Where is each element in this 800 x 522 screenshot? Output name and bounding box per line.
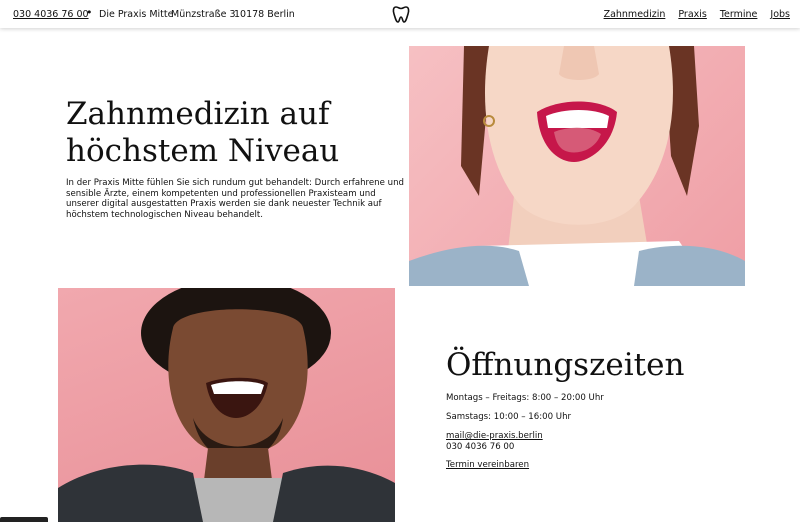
laughing-man-photo [58, 288, 395, 522]
hours-weekdays: Montags – Freitags: 8:00 – 20:00 Uhr [446, 393, 604, 403]
hero-description: In der Praxis Mitte fühlen Sie sich rund… [66, 178, 404, 220]
hours-title: Öffnungszeiten [446, 347, 685, 383]
header-separator: • [86, 6, 93, 19]
top-header: 030 4036 76 00 • Die Praxis Mitte Münzst… [0, 0, 800, 28]
hero-title-line1: Zahnmedizin auf [66, 96, 330, 132]
nav-jobs[interactable]: Jobs [770, 9, 790, 20]
appointment-link[interactable]: Termin vereinbaren [446, 460, 529, 470]
header-practice-name: Die Praxis Mitte [99, 9, 174, 20]
email-link[interactable]: mail@die-praxis.berlin [446, 431, 543, 441]
nav-praxis[interactable]: Praxis [678, 9, 707, 20]
hero-title-line2: höchstem Niveau [66, 133, 340, 169]
corner-tab [0, 517, 48, 522]
tooth-icon[interactable] [391, 4, 411, 24]
hours-saturday: Samstags: 10:00 – 16:00 Uhr [446, 412, 572, 422]
header-street: Münzstraße 3 [171, 9, 236, 20]
nav-termine[interactable]: Termine [720, 9, 758, 20]
header-city: 10178 Berlin [234, 9, 295, 20]
header-phone-link[interactable]: 030 4036 76 00 [13, 9, 89, 20]
smiling-woman-photo [409, 46, 745, 286]
hero-title: Zahnmedizin auf höchstem Niveau [66, 96, 396, 170]
contact-phone: 030 4036 76 00 [446, 442, 515, 452]
nav-zahnmedizin[interactable]: Zahnmedizin [604, 9, 666, 20]
main-nav: Zahnmedizin Praxis Termine Jobs [604, 9, 790, 20]
